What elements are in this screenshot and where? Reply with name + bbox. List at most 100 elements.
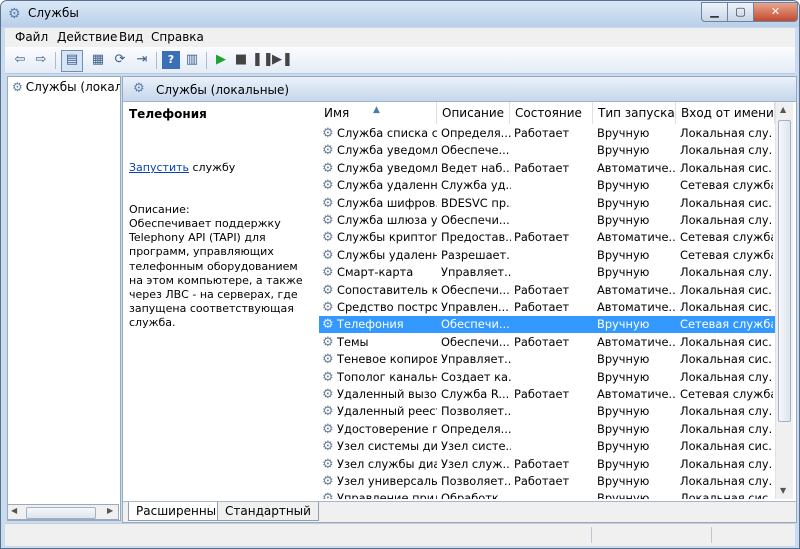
cell-description: Обеспечи... (441, 282, 510, 297)
pause-icon[interactable]: ❚❚ (252, 51, 274, 69)
panel-title: Службы (локальные) (156, 83, 290, 97)
table-row[interactable]: ⚙Узел универсаль... Позволяет...Работает В… (319, 473, 775, 490)
show-action-pane-icon[interactable]: ▥ (183, 51, 201, 69)
table-row[interactable]: ⚙Сопоставитель к... Обеспечи... Работает Ав… (319, 282, 775, 299)
table-row[interactable]: ⚙Службы удаленн... Разрешает... Вручную Сет… (319, 247, 775, 264)
service-gear-icon: ⚙ (322, 456, 334, 472)
stop-icon[interactable]: ■ (232, 51, 250, 69)
console-tree-icon[interactable]: ▤ (61, 50, 83, 72)
properties-icon[interactable]: ▦ (89, 51, 107, 69)
tree-horizontal-scrollbar[interactable]: ◀ ▶ (7, 504, 119, 520)
cell-startup-type: Вручную (597, 369, 650, 384)
cell-name: Узел службы диа... (337, 456, 437, 471)
table-row[interactable]: ⚙Службы криптог... Предостав...Работает Ав… (319, 229, 775, 246)
scroll-down-icon[interactable]: ▼ (780, 486, 786, 495)
cell-logon-as: Локальная сис... (680, 491, 773, 499)
scroll-thumb[interactable] (26, 507, 96, 519)
cell-logon-as: Локальная слу... (680, 421, 773, 436)
cell-startup-type: Вручную (597, 404, 650, 419)
table-row[interactable]: ⚙ Телефония Обеспечи... Вручную Сетевая служ… (319, 316, 775, 334)
service-description: Обеспечивает поддержку Telephony API (TA… (129, 217, 303, 330)
table-row[interactable]: ⚙Средство постро... Управлен... Работает Ав… (319, 299, 775, 316)
column-header-status[interactable]: Состояние (510, 102, 593, 124)
table-row[interactable]: ⚙Служба уведомл... Обеспече... Вручную Лока… (319, 142, 775, 159)
table-row[interactable]: ⚙ Удаленный вызо... Служба R... Работает Авт… (319, 386, 775, 403)
cell-name: Удостоверение п... (337, 421, 437, 436)
close-button[interactable]: ✕ (753, 2, 798, 22)
list-vertical-scrollbar[interactable]: ▲ ▼ (775, 102, 793, 499)
table-row[interactable]: ⚙Удостоверение п... Определя... Вручную Лок… (319, 421, 775, 438)
table-row[interactable]: ⚙Служба удаленн... Служба уд... Вручную Сет… (319, 177, 775, 194)
cell-logon-as: Локальная сис... (680, 300, 773, 314)
service-gear-icon: ⚙ (322, 421, 334, 437)
table-row[interactable]: ⚙Управление прил... Обработк... Вручную Лок… (319, 490, 775, 499)
refresh-icon[interactable]: ⟳ (111, 51, 129, 69)
cell-startup-type: Вручную (597, 178, 650, 193)
table-row[interactable]: ⚙Служба уведомл... Ведет наб...Работает Ав… (319, 160, 775, 177)
help-icon[interactable]: ? (162, 51, 180, 69)
panel-header: ⚙ Службы (локальные) (123, 77, 796, 102)
status-separator (711, 527, 712, 543)
service-gear-icon: ⚙ (322, 195, 334, 211)
cell-logon-as: Сетевая служба (680, 317, 773, 332)
restart-icon[interactable]: ▶❚ (272, 51, 293, 69)
scroll-left-icon[interactable]: ◀ (11, 506, 17, 515)
maximize-button[interactable]: ▢ (727, 2, 754, 22)
menu-view[interactable]: Вид (119, 30, 143, 44)
cell-description: Предостав... (441, 230, 511, 245)
cell-logon-as: Локальная сис... (680, 334, 773, 349)
column-header-name[interactable]: ▲ Имя (319, 102, 437, 124)
view-tabs: Расширенный Стандартный (123, 501, 796, 522)
menu-file[interactable]: Файл (15, 30, 48, 44)
service-gear-icon: ⚙ (322, 300, 334, 315)
start-service-link[interactable]: Запустить (129, 161, 189, 174)
title-bar[interactable]: ⚙ Службы ▁ ▢ ✕ (1, 1, 799, 27)
table-row[interactable]: ⚙Теневое копиров... Управляет... Вручную Ло… (319, 351, 775, 368)
cell-description: Разрешает... (441, 247, 511, 262)
cell-logon-as: Локальная слу... (680, 126, 773, 140)
table-row[interactable]: ⚙Служба списка с... Определя...Работает Вр… (319, 125, 775, 142)
service-gear-icon: ⚙ (322, 143, 334, 159)
scroll-up-icon[interactable]: ▲ (780, 105, 786, 114)
minimize-button[interactable]: ▁ (701, 2, 728, 22)
tree-item-services-local[interactable]: ⚙Службы (локалы (12, 80, 120, 94)
status-bar (5, 523, 795, 546)
menu-help[interactable]: Справка (151, 30, 204, 44)
toolbar-separator (55, 52, 56, 69)
toolbar: ⇦ ⇨ ▤ ▦ ⟳ ⇥ ? ▥ ▶ ■ ❚❚ ▶❚ (5, 47, 795, 74)
start-service-suffix: службу (189, 161, 236, 174)
scroll-thumb[interactable] (778, 120, 791, 422)
service-gear-icon: ⚙ (322, 369, 334, 385)
table-row[interactable]: ⚙ Смарт-карта Управляет... Вручную Локальная… (319, 264, 775, 281)
cell-startup-type: Вручную (597, 439, 650, 454)
table-row[interactable]: ⚙Служба шлюза у... Обеспечи... Вручную Лока… (319, 212, 775, 229)
start-icon[interactable]: ▶ (212, 51, 230, 69)
menu-action[interactable]: Действие (57, 30, 117, 44)
cell-description: BDESVC пр... (441, 195, 511, 210)
export-icon[interactable]: ⇥ (133, 51, 151, 69)
cell-logon-as: Локальная слу... (680, 456, 773, 471)
column-header-logon-as[interactable]: Вход от имени (676, 102, 775, 124)
service-gear-icon: ⚙ (322, 160, 334, 176)
column-header-description[interactable]: Описание (437, 102, 510, 124)
table-row[interactable]: ⚙Узел системы ди... Узел систе... Вручную Л… (319, 438, 775, 455)
cell-status: Работает (514, 126, 570, 140)
cell-startup-type: Автоматиче... (597, 160, 677, 175)
cell-name: Служба уведомл... (337, 160, 437, 175)
table-row[interactable]: ⚙ Служба шифров... BDESVC пр... Вручную Лока… (319, 195, 775, 212)
cell-description: Обеспечи... (441, 213, 510, 227)
cell-name: Телефония (337, 317, 404, 332)
back-icon[interactable]: ⇦ (11, 51, 29, 69)
table-row[interactable]: ⚙ Темы Обеспечи... Работает Автоматиче... Лок… (319, 334, 775, 351)
tab-standard[interactable]: Стандартный (217, 502, 319, 521)
table-row[interactable]: ⚙Удаленный реестр Позволяет... Вручную Лока… (319, 403, 775, 420)
table-row[interactable]: ⚙Узел службы диа... Узел служ...Работает В… (319, 456, 775, 473)
scroll-right-icon[interactable]: ▶ (107, 506, 113, 515)
column-header-startup-type[interactable]: Тип запуска (593, 102, 676, 124)
cell-logon-as: Локальная слу... (680, 474, 773, 488)
table-row[interactable]: ⚙Тополог канальн... Создает ка... Вручную Л… (319, 369, 775, 386)
cell-status: Работает (514, 300, 570, 314)
cell-logon-as: Локальная слу... (680, 213, 773, 227)
description-label: Описание: (129, 203, 190, 216)
forward-icon[interactable]: ⇨ (32, 51, 50, 69)
